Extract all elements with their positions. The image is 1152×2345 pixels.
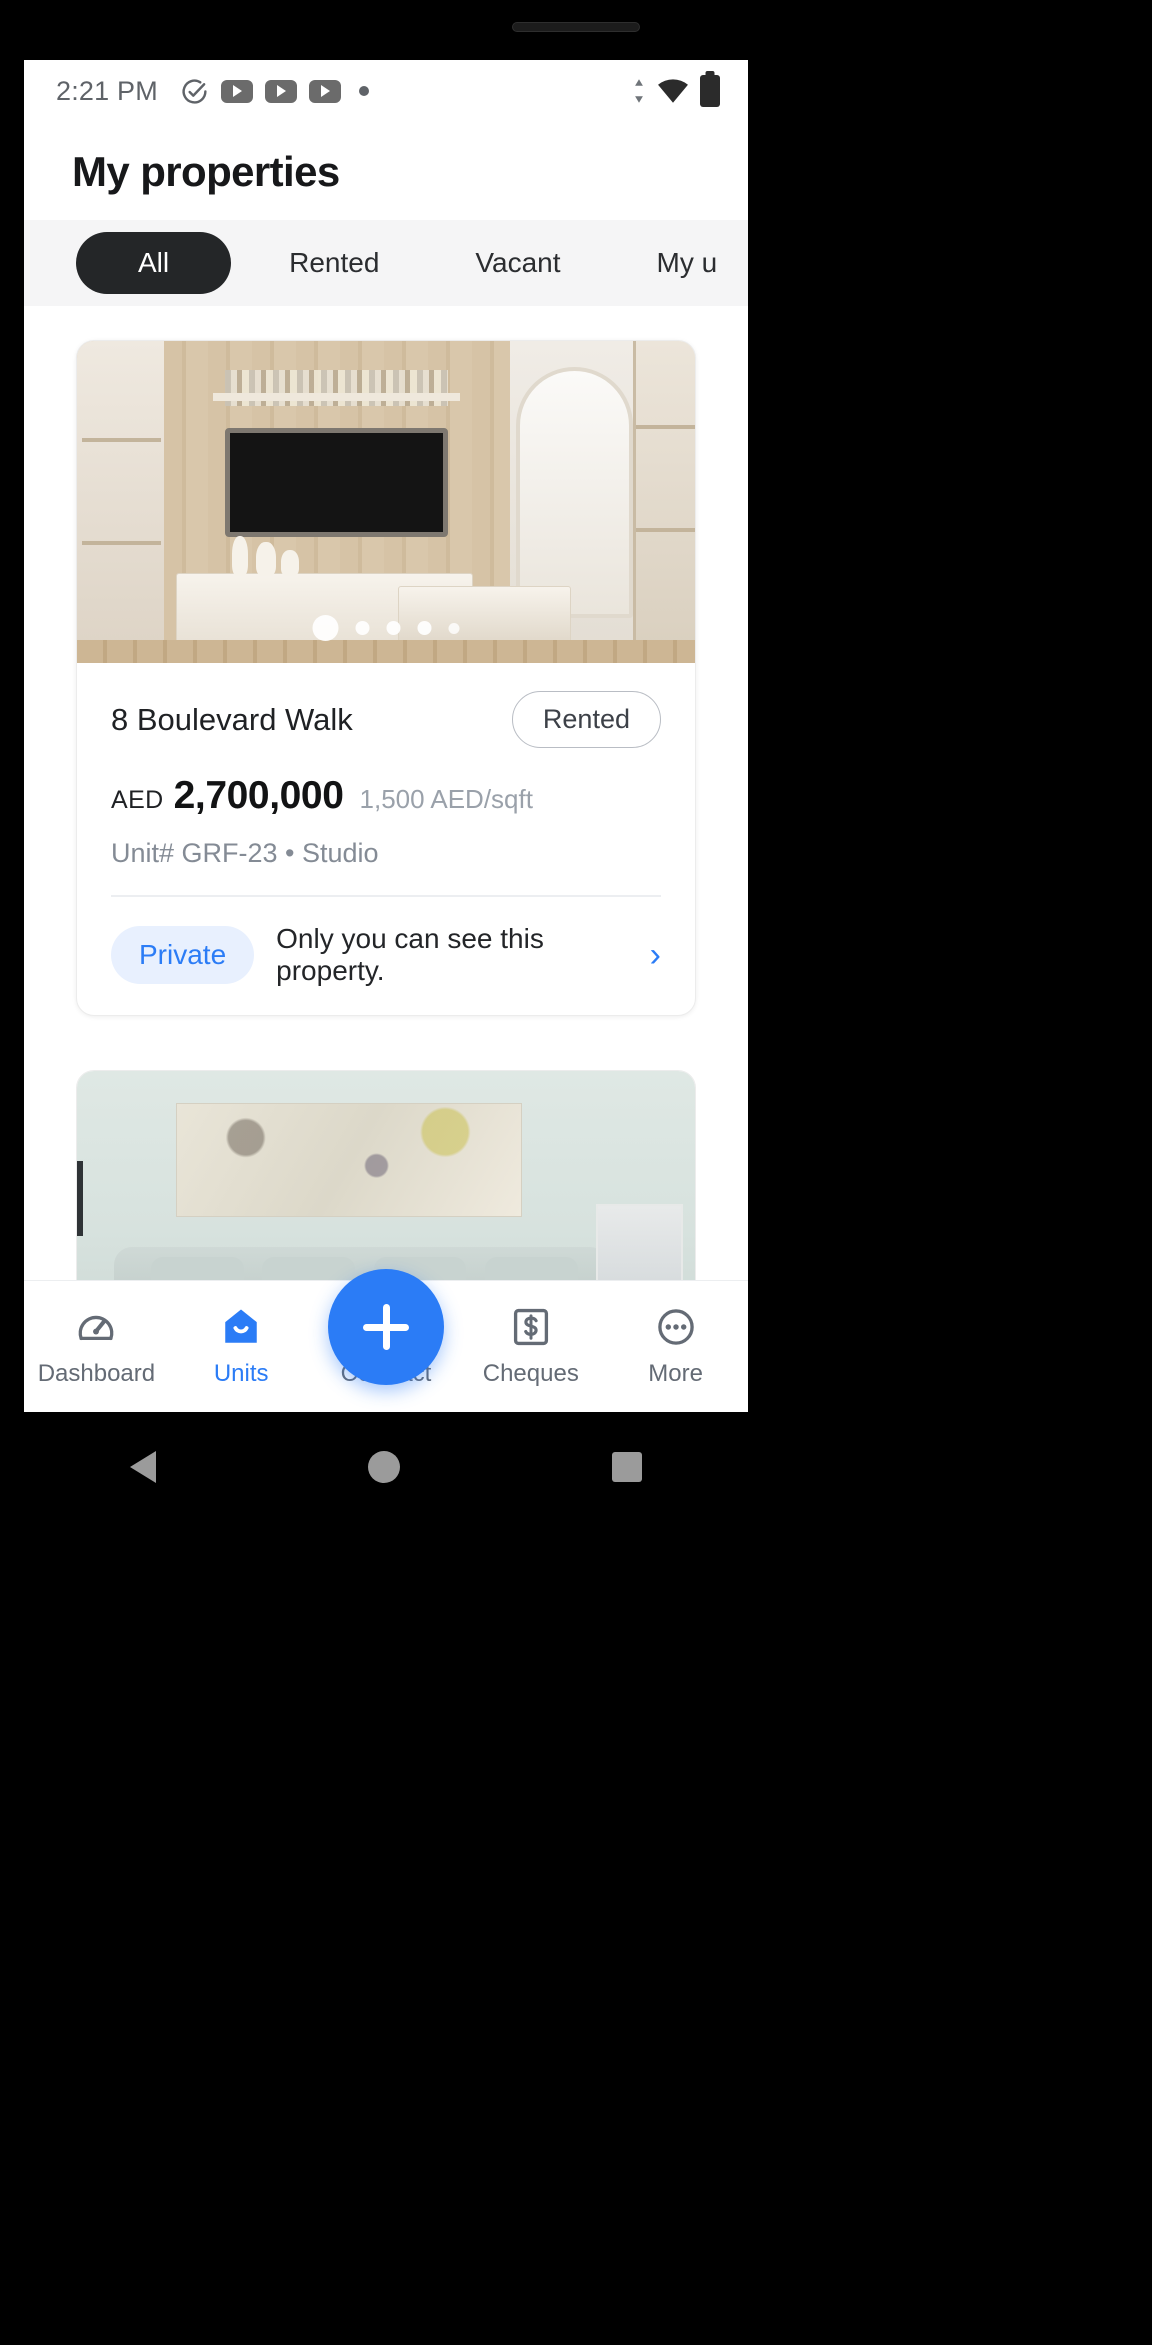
property-price-row: AED 2,700,000 1,500 AED/sqft bbox=[111, 774, 661, 818]
visibility-row[interactable]: Private Only you can see this property. … bbox=[111, 897, 661, 1015]
dashboard-gauge-icon bbox=[75, 1305, 117, 1349]
price-currency: AED bbox=[111, 786, 164, 814]
filter-tab-strip[interactable]: All Rented Vacant My u bbox=[24, 220, 748, 306]
carousel-dot[interactable] bbox=[355, 621, 370, 635]
page-header: My properties bbox=[24, 122, 748, 220]
nav-label-cheques: Cheques bbox=[482, 1360, 579, 1387]
status-notification-icons bbox=[180, 77, 369, 106]
wifi-icon bbox=[657, 78, 689, 104]
nav-item-units[interactable]: Units bbox=[169, 1305, 314, 1388]
recent-square-icon[interactable] bbox=[612, 1452, 642, 1482]
carousel-dot-active[interactable] bbox=[312, 615, 339, 641]
chevron-right-icon[interactable]: › bbox=[650, 936, 661, 975]
visibility-badge[interactable]: Private bbox=[111, 926, 255, 984]
unit-info: Unit# GRF-23 • Studio bbox=[111, 838, 379, 868]
property-card-body: 8 Boulevard Walk Rented AED 2,700,000 1,… bbox=[77, 663, 695, 1015]
phone-screen: 2:21 PM My properties All Rented Vacant … bbox=[24, 60, 748, 1412]
home-units-icon bbox=[220, 1305, 262, 1349]
android-system-navigation[interactable] bbox=[24, 1412, 748, 1522]
nav-item-more[interactable]: More bbox=[603, 1305, 748, 1388]
home-circle-icon[interactable] bbox=[368, 1451, 400, 1483]
nav-item-dashboard[interactable]: Dashboard bbox=[24, 1305, 169, 1388]
nav-label-dashboard: Dashboard bbox=[37, 1360, 156, 1387]
nav-item-cheques[interactable]: Cheques bbox=[458, 1305, 603, 1388]
nav-label-more: More bbox=[648, 1360, 703, 1387]
property-card[interactable]: 8 Boulevard Walk Rented AED 2,700,000 1,… bbox=[76, 340, 696, 1016]
page-title: My properties bbox=[72, 148, 340, 195]
carousel-dot[interactable] bbox=[417, 621, 432, 635]
earpiece-speaker bbox=[512, 22, 640, 32]
battery-icon bbox=[700, 75, 720, 107]
dollar-square-icon bbox=[510, 1305, 552, 1349]
data-transfer-icon bbox=[632, 78, 646, 104]
add-property-fab[interactable] bbox=[328, 1269, 444, 1385]
tab-all[interactable]: All bbox=[76, 232, 232, 294]
back-triangle-icon[interactable] bbox=[130, 1451, 156, 1483]
status-badge: Rented bbox=[511, 691, 661, 748]
nav-label-units: Units bbox=[213, 1360, 269, 1387]
youtube-icon bbox=[308, 79, 341, 103]
property-list[interactable]: 8 Boulevard Walk Rented AED 2,700,000 1,… bbox=[24, 306, 748, 1306]
property-header-row: 8 Boulevard Walk Rented bbox=[111, 691, 661, 748]
phone-device-frame: 2:21 PM My properties All Rented Vacant … bbox=[0, 0, 1152, 2345]
status-time: 2:21 PM bbox=[56, 75, 158, 106]
visibility-text: Only you can see this property. bbox=[276, 923, 544, 986]
plus-icon bbox=[382, 1304, 390, 1350]
price-value: 2,700,000 bbox=[173, 774, 344, 817]
more-ellipsis-icon bbox=[655, 1305, 697, 1349]
carousel-dot[interactable] bbox=[448, 622, 460, 634]
status-bar: 2:21 PM bbox=[24, 60, 748, 122]
carousel-dot[interactable] bbox=[386, 621, 401, 635]
dot-icon bbox=[358, 86, 369, 96]
property-title: 8 Boulevard Walk bbox=[111, 701, 353, 737]
price-per-sqft: 1,500 AED/sqft bbox=[359, 784, 533, 814]
youtube-icon bbox=[264, 79, 297, 103]
carousel-dots[interactable] bbox=[312, 615, 460, 641]
check-circle-icon bbox=[180, 77, 209, 106]
status-system-icons bbox=[632, 75, 720, 107]
property-photo-carousel[interactable] bbox=[77, 341, 695, 663]
youtube-icon bbox=[220, 79, 253, 103]
tab-my-units[interactable]: My u bbox=[619, 232, 748, 294]
tab-vacant[interactable]: Vacant bbox=[437, 232, 598, 294]
tab-rented[interactable]: Rented bbox=[251, 232, 417, 294]
